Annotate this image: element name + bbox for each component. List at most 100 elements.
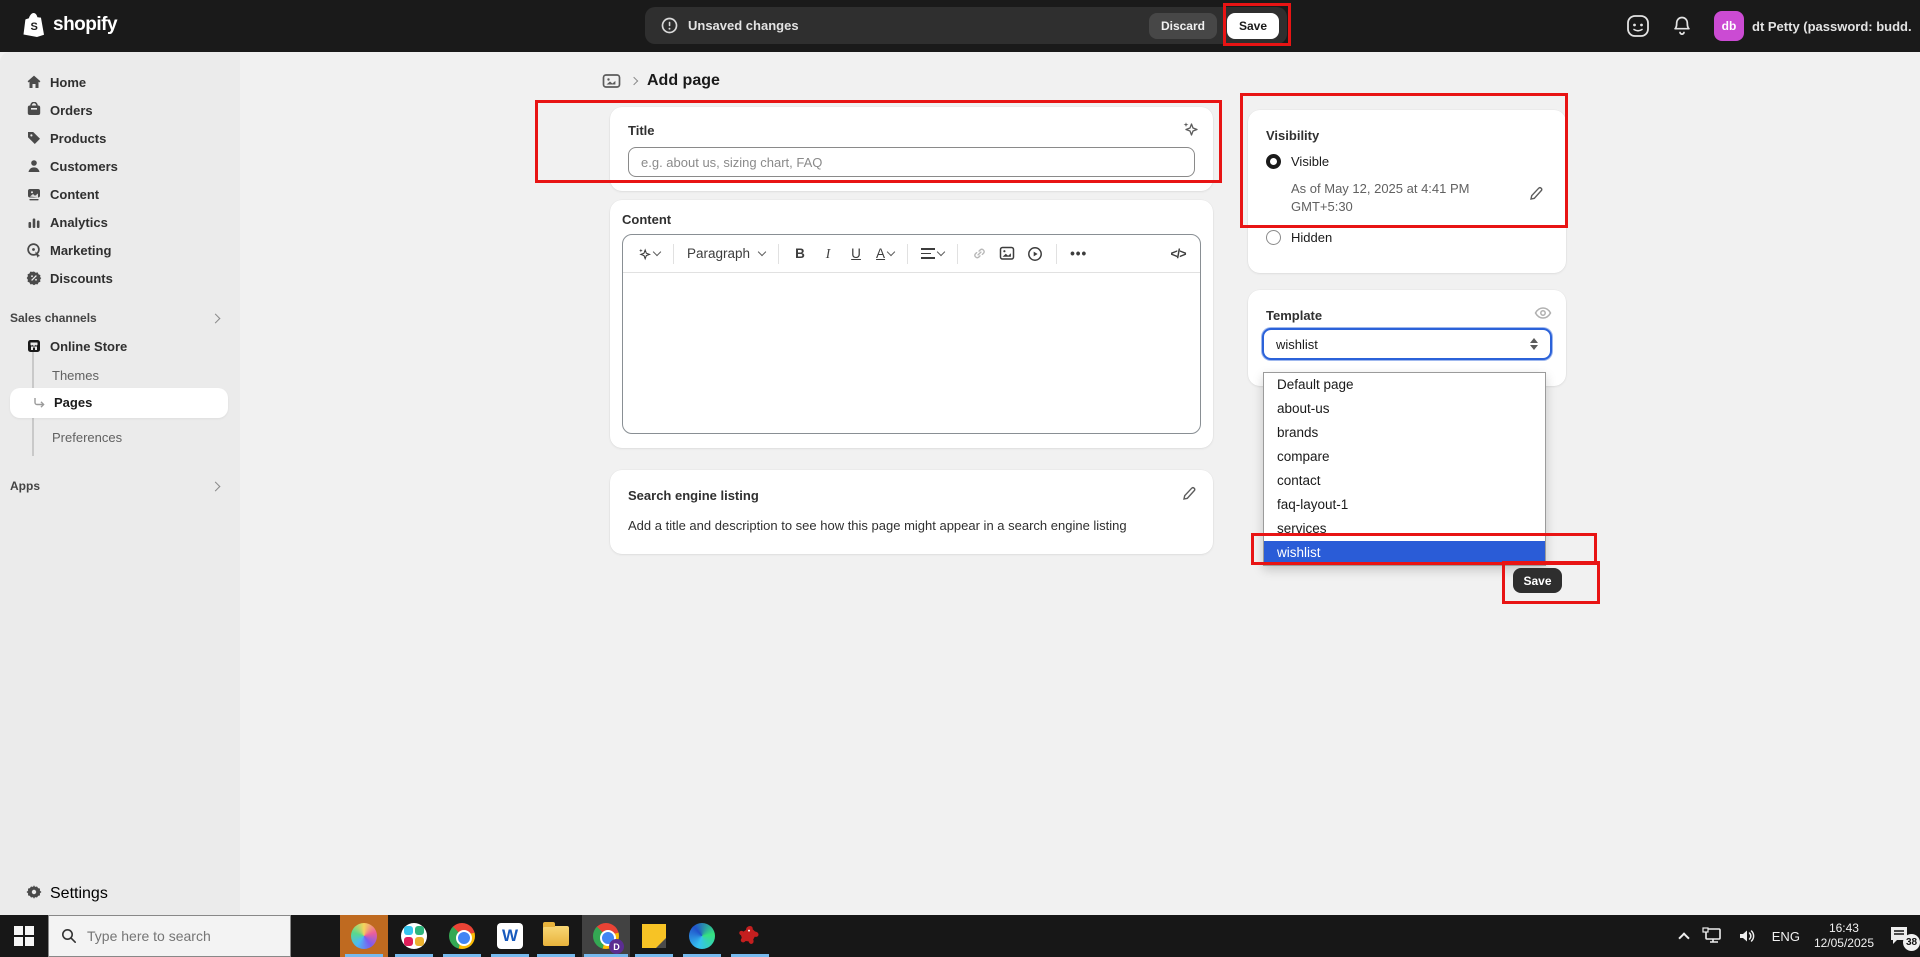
- ai-sparkle-icon[interactable]: [1181, 120, 1199, 138]
- taskbar-search[interactable]: [48, 915, 291, 957]
- template-select[interactable]: wishlist: [1262, 328, 1552, 360]
- taskbar-copilot-icon[interactable]: [340, 915, 388, 957]
- search-icon: [61, 928, 77, 944]
- windows-start-button[interactable]: [14, 926, 34, 946]
- seo-card: Search engine listing Add a title and de…: [610, 470, 1213, 554]
- volume-icon[interactable]: [1738, 927, 1758, 945]
- underline-button[interactable]: U: [844, 240, 868, 268]
- hidden-radio-row[interactable]: Hidden: [1266, 230, 1332, 245]
- topbar-right-cluster: db dt Petty (password: budd...: [1626, 0, 1920, 52]
- dropdown-option-faq-layout-1[interactable]: faq-layout-1: [1264, 493, 1545, 517]
- sidebar-item-marketing[interactable]: Marketing: [0, 236, 240, 264]
- title-input[interactable]: [628, 147, 1195, 177]
- sidebar-item-preferences[interactable]: Preferences: [0, 424, 240, 450]
- sidekick-icon[interactable]: [1626, 14, 1650, 38]
- taskbar-word-icon[interactable]: W: [486, 915, 534, 957]
- breadcrumb: Add page: [602, 72, 720, 90]
- user-menu[interactable]: db dt Petty (password: budd...: [1714, 11, 1912, 41]
- visibility-card: Visibility Visible As of May 12, 2025 at…: [1248, 110, 1566, 273]
- radio-unselected-icon[interactable]: [1266, 230, 1281, 245]
- save-button-top[interactable]: Save: [1227, 13, 1279, 39]
- shopify-logo[interactable]: S shopify: [22, 12, 117, 38]
- sidebar-item-orders[interactable]: Orders: [0, 96, 240, 124]
- dropdown-option-about-us[interactable]: about-us: [1264, 397, 1545, 421]
- sidebar-item-online-store[interactable]: Online Store: [0, 332, 240, 360]
- paragraph-style-dropdown[interactable]: Paragraph: [683, 240, 769, 268]
- align-left-icon: [921, 246, 935, 261]
- radio-selected-icon[interactable]: [1266, 154, 1281, 169]
- sidebar-item-products[interactable]: Products: [0, 124, 240, 152]
- pages-breadcrumb-icon[interactable]: [602, 73, 621, 90]
- sidebar-item-home[interactable]: Home: [0, 68, 240, 96]
- sidebar-item-analytics[interactable]: Analytics: [0, 208, 240, 236]
- chevron-down-icon: [653, 248, 661, 256]
- system-tray: ENG 16:43 12/05/2025 38: [1680, 915, 1920, 957]
- italic-button[interactable]: I: [816, 240, 840, 268]
- sidebar-item-customers[interactable]: Customers: [0, 152, 240, 180]
- dropdown-option-services[interactable]: services: [1264, 517, 1545, 541]
- chevron-right-icon: [211, 481, 221, 491]
- taskbar-chrome-profile-d-icon[interactable]: D: [582, 915, 630, 957]
- network-icon[interactable]: [1702, 927, 1724, 945]
- edit-pencil-icon[interactable]: [1528, 186, 1544, 202]
- unsaved-changes-text: Unsaved changes: [688, 18, 799, 33]
- title-label: Title: [628, 123, 655, 138]
- language-indicator[interactable]: ENG: [1772, 929, 1800, 944]
- seo-description: Add a title and description to see how t…: [628, 518, 1127, 533]
- shopify-bag-icon: S: [22, 12, 46, 38]
- template-dropdown-list: Default page about-us brands compare con…: [1263, 372, 1546, 566]
- visibility-title: Visibility: [1266, 128, 1319, 143]
- more-options-button[interactable]: •••: [1066, 240, 1091, 268]
- notification-center-icon[interactable]: 38: [1888, 925, 1914, 947]
- sidebar-section-apps[interactable]: Apps: [0, 474, 240, 498]
- brand-wordmark: shopify: [53, 14, 117, 36]
- taskbar-edge-icon[interactable]: [678, 915, 726, 957]
- dropdown-option-default-page[interactable]: Default page: [1264, 373, 1545, 397]
- taskbar-red-app-icon[interactable]: [726, 915, 774, 957]
- insert-link-button[interactable]: [967, 240, 991, 268]
- taskbar-chrome-icon[interactable]: [438, 915, 486, 957]
- shopify-admin-window: S shopify Unsaved changes Discard Save: [0, 0, 1920, 957]
- notifications-bell-icon[interactable]: [1672, 15, 1692, 37]
- sidebar-item-settings[interactable]: Settings: [0, 880, 240, 908]
- text-color-button[interactable]: A: [872, 240, 898, 268]
- taskbar-search-input[interactable]: [87, 928, 267, 944]
- customers-icon: [26, 158, 42, 174]
- alignment-button[interactable]: [917, 240, 948, 268]
- bold-button[interactable]: B: [788, 240, 812, 268]
- toolbar-divider: [907, 244, 908, 264]
- page-title: Add page: [647, 72, 720, 90]
- ai-sparkle-menu-button[interactable]: [633, 240, 664, 268]
- sidebar-nav: Home Orders Products Customers Content A…: [0, 52, 240, 915]
- template-selected-value: wishlist: [1276, 337, 1318, 352]
- code-view-button[interactable]: </>: [1166, 240, 1190, 268]
- edit-pencil-icon[interactable]: [1181, 486, 1197, 502]
- preview-eye-icon[interactable]: [1534, 306, 1552, 320]
- title-card: Title: [610, 107, 1213, 191]
- clock[interactable]: 16:43 12/05/2025: [1814, 921, 1874, 951]
- taskbar-sticky-notes-icon[interactable]: [630, 915, 678, 957]
- tray-expand-icon[interactable]: [1678, 932, 1689, 943]
- sidebar-item-pages-selected[interactable]: Pages: [10, 388, 228, 418]
- dropdown-option-compare[interactable]: compare: [1264, 445, 1545, 469]
- dropdown-option-brands[interactable]: brands: [1264, 421, 1545, 445]
- dropdown-option-wishlist-highlighted[interactable]: wishlist: [1264, 541, 1545, 565]
- taskbar-slack-icon[interactable]: [390, 915, 438, 957]
- taskbar-file-explorer-icon[interactable]: [532, 915, 580, 957]
- unsaved-changes-banner: Unsaved changes Discard Save: [645, 7, 1287, 44]
- sidebar-item-discounts[interactable]: Discounts: [0, 264, 240, 292]
- editor-body[interactable]: [623, 273, 1200, 433]
- insert-image-button[interactable]: [995, 240, 1019, 268]
- save-button-panel[interactable]: Save: [1513, 568, 1562, 593]
- content-label: Content: [622, 212, 671, 227]
- sidebar-item-themes[interactable]: Themes: [0, 362, 240, 388]
- discard-button[interactable]: Discard: [1149, 13, 1217, 39]
- visible-radio-row[interactable]: Visible: [1266, 154, 1329, 169]
- dropdown-option-contact[interactable]: contact: [1264, 469, 1545, 493]
- sidebar-item-content[interactable]: Content: [0, 180, 240, 208]
- marketing-icon: [26, 242, 42, 258]
- insert-video-button[interactable]: [1023, 240, 1047, 268]
- sidebar-section-sales-channels[interactable]: Sales channels: [0, 306, 240, 330]
- select-stepper-icon: [1530, 338, 1538, 350]
- settings-gear-icon: [26, 884, 42, 905]
